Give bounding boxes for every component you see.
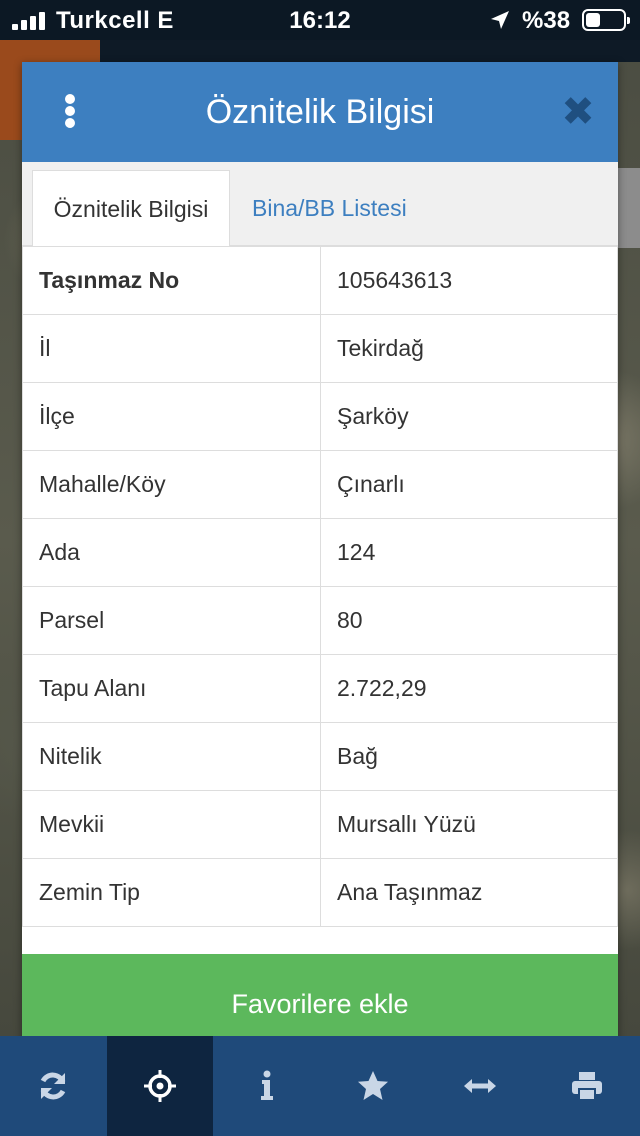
attribute-key: Ada — [22, 518, 321, 587]
battery-icon — [582, 9, 630, 31]
attribute-value: Mursallı Yüzü — [320, 790, 618, 859]
locate-icon[interactable] — [106, 1036, 214, 1136]
more-options-icon[interactable] — [60, 94, 80, 134]
attribute-key: Mevkii — [22, 790, 321, 859]
attribute-table: Taşınmaz No 105643613 İl Tekirdağ İlçe Şarköy… — [22, 246, 618, 927]
measure-icon[interactable] — [427, 1036, 534, 1136]
dialog-header: Öznitelik Bilgisi ✖ — [22, 62, 618, 162]
bottom-toolbar — [0, 1036, 640, 1136]
map-feature — [100, 40, 640, 62]
attribute-value: Tekirdağ — [320, 314, 618, 383]
table-row: Mevkii Mursallı Yüzü — [22, 790, 618, 859]
table-row: Ada 124 — [22, 518, 618, 587]
map-feature — [618, 168, 640, 248]
table-row: Parsel 80 — [22, 586, 618, 655]
table-row: Zemin Tip Ana Taşınmaz — [22, 858, 618, 927]
attribute-value: Çınarlı — [320, 450, 618, 519]
table-row: Mahalle/Köy Çınarlı — [22, 450, 618, 519]
close-button[interactable]: ✖ — [558, 92, 598, 132]
tab-building-list[interactable]: Bina/BB Listesi — [236, 170, 423, 247]
table-row: İlçe Şarköy — [22, 382, 618, 451]
location-arrow-icon — [491, 11, 509, 29]
attribute-key: İl — [22, 314, 321, 383]
star-icon[interactable] — [320, 1036, 427, 1136]
attribute-key: İlçe — [22, 382, 321, 451]
attribute-key: Nitelik — [22, 722, 321, 791]
battery-percent: %38 — [522, 7, 571, 34]
attribute-key: Mahalle/Köy — [22, 450, 321, 519]
table-row: İl Tekirdağ — [22, 314, 618, 383]
attribute-value: 2.722,29 — [320, 654, 618, 723]
dialog-title: Öznitelik Bilgisi — [205, 93, 435, 131]
table-row: Tapu Alanı 2.722,29 — [22, 654, 618, 723]
table-row: Nitelik Bağ — [22, 722, 618, 791]
attribute-key: Tapu Alanı — [22, 654, 321, 723]
refresh-icon[interactable] — [0, 1036, 107, 1136]
tab-attribute-info[interactable]: Öznitelik Bilgisi — [32, 170, 230, 247]
attribute-table-scroll[interactable]: Taşınmaz No 105643613 İl Tekirdağ İlçe Şarköy… — [22, 246, 618, 954]
table-row: Taşınmaz No 105643613 — [22, 246, 618, 315]
tab-bar: Öznitelik Bilgisi Bina/BB Listesi — [22, 162, 618, 247]
attribute-key: Taşınmaz No — [22, 246, 321, 315]
attribute-key: Parsel — [22, 586, 321, 655]
info-icon[interactable] — [213, 1036, 320, 1136]
attribute-key: Zemin Tip — [22, 858, 321, 927]
attribute-dialog: Öznitelik Bilgisi ✖ Öznitelik Bilgisi Bi… — [22, 62, 618, 1054]
attribute-value: Ana Taşınmaz — [320, 858, 618, 927]
attribute-value: 105643613 — [320, 246, 618, 315]
status-bar: Turkcell E 16:12 %38 — [0, 0, 640, 40]
attribute-value: Şarköy — [320, 382, 618, 451]
print-icon[interactable] — [533, 1036, 640, 1136]
attribute-value: 80 — [320, 586, 618, 655]
attribute-value: 124 — [320, 518, 618, 587]
attribute-value: Bağ — [320, 722, 618, 791]
